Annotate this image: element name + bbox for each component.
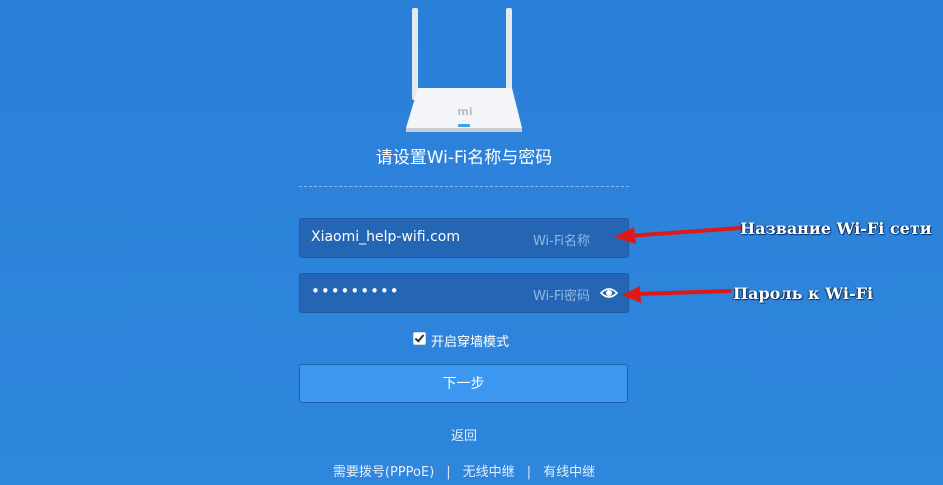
wifi-password-hint: Wi-Fi密码 bbox=[532, 289, 590, 304]
router-antenna-left bbox=[412, 8, 418, 100]
router-image: mi bbox=[406, 8, 522, 132]
pppoe-link[interactable]: 需要拨号(PPPoE) bbox=[333, 465, 434, 480]
wifi-name-hint: Wi-Fi名称 bbox=[532, 234, 590, 249]
router-led bbox=[458, 124, 470, 127]
password-annotation: Пароль к Wi-Fi bbox=[733, 284, 874, 303]
wireless-repeater-link[interactable]: 无线中继 bbox=[463, 465, 515, 480]
link-separator: | bbox=[446, 465, 451, 480]
wired-repeater-link[interactable]: 有线中继 bbox=[543, 465, 595, 480]
wall-mode-label: 开启穿墙模式 bbox=[431, 335, 510, 350]
arrow-icon-password bbox=[622, 286, 732, 303]
divider bbox=[299, 186, 629, 187]
ssid-annotation: Название Wi-Fi сети bbox=[740, 219, 932, 238]
arrow-icon-ssid bbox=[614, 226, 742, 244]
router-antenna-right bbox=[506, 8, 512, 100]
next-step-button[interactable]: 下一步 bbox=[299, 364, 628, 403]
wifi-password-input[interactable]: ••••••••• Wi-Fi密码 bbox=[299, 273, 629, 313]
wall-mode-checkbox[interactable] bbox=[413, 332, 426, 345]
wifi-name-input[interactable]: Xiaomi_help-wifi.com Wi-Fi名称 bbox=[299, 218, 629, 258]
router-logo: mi bbox=[457, 105, 472, 118]
link-separator: | bbox=[526, 465, 532, 480]
connection-mode-links: 需要拨号(PPPoE) | 无线中继 | 有线中继 bbox=[299, 461, 629, 480]
wifi-password-value: ••••••••• bbox=[311, 282, 400, 300]
page-title: 请设置Wi-Fi名称与密码 bbox=[375, 148, 553, 168]
back-link[interactable]: 返回 bbox=[299, 425, 629, 444]
eye-icon[interactable] bbox=[600, 286, 618, 300]
wifi-name-value: Xiaomi_help-wifi.com bbox=[311, 229, 460, 245]
